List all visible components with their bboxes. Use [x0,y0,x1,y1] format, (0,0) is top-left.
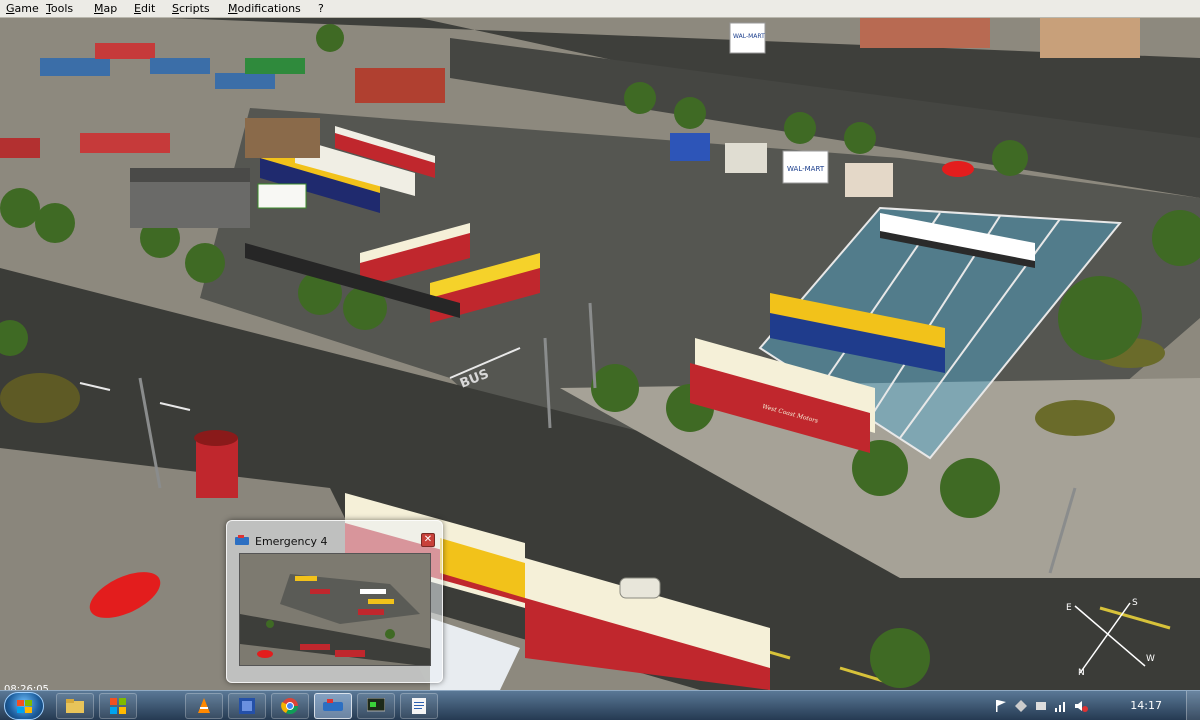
taskbar-explorer-button[interactable] [56,693,94,719]
document-icon [412,698,426,714]
monitor-icon [367,698,385,712]
grid-app-icon [239,698,255,714]
system-tray: 14:17 [990,691,1200,720]
taskbar-thumbnail[interactable]: Emergency 4 ✕ [226,520,443,683]
thumbnail-close-button[interactable]: ✕ [421,533,435,547]
menu-modifications[interactable]: Modifications [222,0,312,18]
windows-logo-icon [17,700,32,713]
taskbar-emergency4-button[interactable] [314,693,352,719]
compass: S E N W [1060,598,1160,690]
taskbar-notepad-button[interactable] [400,693,438,719]
menu-map[interactable]: Map [88,0,128,18]
thumbnail-preview-image[interactable] [239,553,431,666]
taskbar-clock[interactable]: 14:17 [1130,699,1162,712]
menu-help[interactable]: ? [312,0,342,18]
game-viewport[interactable]: WAL-MART WAL-MART West Coast Motors BUS … [0,18,1200,690]
show-desktop-button[interactable] [1186,691,1200,720]
signal-icon[interactable] [1054,699,1068,713]
media-player-icon [110,698,126,714]
vlc-cone-icon [198,698,210,713]
thumbnail-header: Emergency 4 ✕ [235,533,435,549]
menu-bar: Game Tools Map Edit Scripts Modification… [0,0,1200,18]
city-scene: WAL-MART WAL-MART West Coast Motors BUS [0,18,1200,690]
menu-tools[interactable]: Tools [40,0,88,18]
diamond-icon[interactable] [1014,699,1028,713]
thumbnail-title: Emergency 4 [255,534,328,548]
menu-edit[interactable]: Edit [128,0,166,18]
compass-w: W [1146,654,1155,664]
network-icon[interactable] [1034,699,1048,713]
emergency-vehicle-icon [323,699,343,711]
chrome-icon [281,698,299,715]
thumbnail-scene [240,554,430,665]
compass-rose-icon [1074,602,1146,674]
taskbar: 14:17 [0,690,1200,720]
menu-game[interactable]: Game [0,0,40,18]
menu-scripts[interactable]: Scripts [166,0,222,18]
start-button[interactable] [4,692,44,720]
taskbar-media-player-button[interactable] [99,693,137,719]
billboard-text-2: WAL-MART [733,33,765,40]
taskbar-vlc-button[interactable] [185,693,223,719]
compass-s: S [1132,598,1138,608]
flag-icon[interactable] [994,699,1008,713]
compass-n: N [1078,668,1085,678]
taskbar-app-button[interactable] [228,693,266,719]
emergency-app-icon [235,535,249,545]
folder-icon [66,699,84,713]
compass-e: E [1066,603,1072,613]
billboard-text-1: WAL-MART [787,165,825,173]
taskbar-terminal-button[interactable] [357,693,395,719]
volume-muted-icon[interactable] [1074,699,1088,713]
taskbar-chrome-button[interactable] [271,693,309,719]
